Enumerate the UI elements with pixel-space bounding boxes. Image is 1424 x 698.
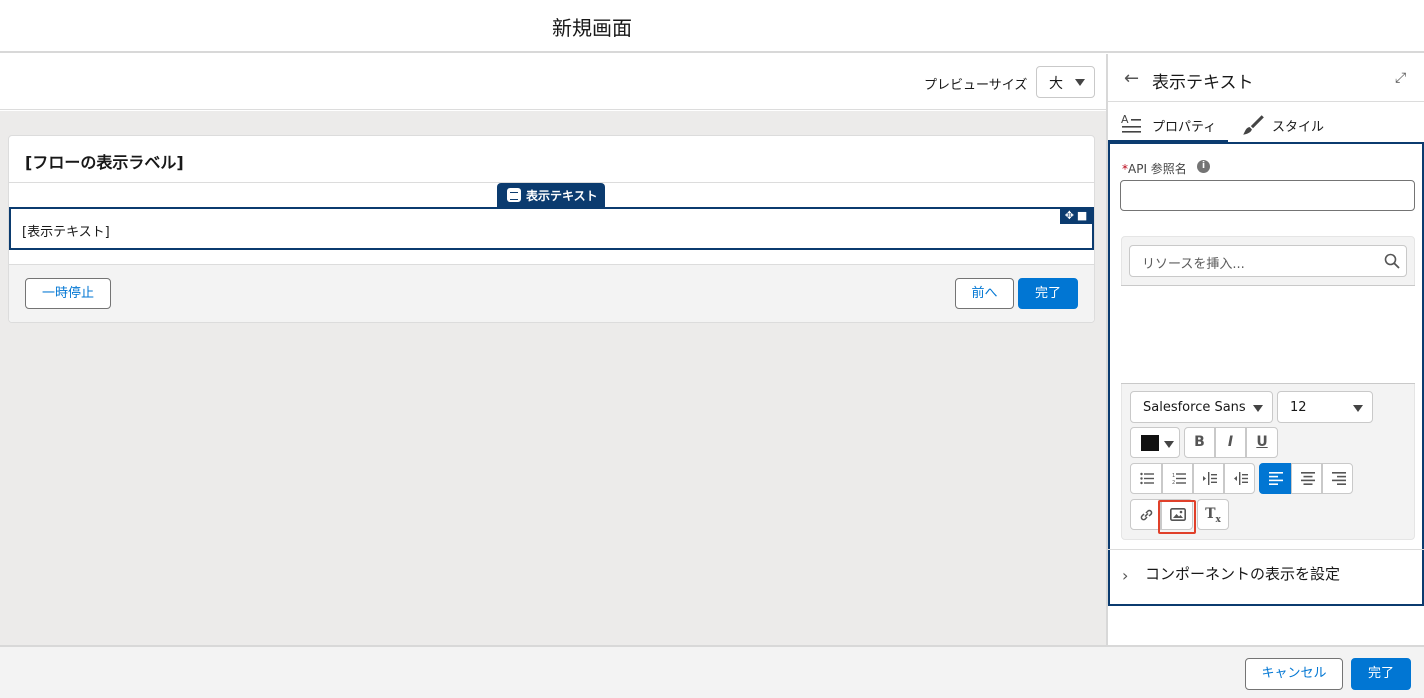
underline-button[interactable]: U	[1246, 427, 1278, 458]
display-text-component[interactable]: [表示テキスト]	[9, 207, 1094, 250]
display-text-component-tag[interactable]: 表示テキスト	[497, 183, 605, 208]
chevron-down-icon	[1075, 79, 1085, 86]
component-tools: ✥ ■	[1060, 208, 1092, 224]
editor-content-area[interactable]	[1121, 285, 1415, 384]
outdent-button[interactable]	[1224, 463, 1255, 494]
active-tab-indicator	[1108, 140, 1228, 143]
align-center-button[interactable]	[1291, 463, 1322, 494]
search-icon[interactable]	[1384, 253, 1400, 269]
finish-button[interactable]: 完了	[1018, 278, 1078, 309]
bulleted-list-button[interactable]	[1130, 463, 1162, 494]
expand-icon[interactable]: ⤢	[1395, 70, 1406, 86]
page-title: 新規画面	[552, 16, 632, 40]
link-icon	[1140, 509, 1153, 521]
info-icon[interactable]: i	[1197, 160, 1210, 173]
trash-icon[interactable]: ■	[1077, 209, 1087, 222]
image-button-highlight	[1158, 500, 1196, 534]
align-right-button[interactable]	[1322, 463, 1353, 494]
preview-toolbar: プレビューサイズ 大	[0, 54, 1106, 110]
chevron-right-icon[interactable]: ›	[1122, 566, 1128, 585]
indent-button[interactable]	[1193, 463, 1224, 494]
clear-formatting-button[interactable]: Tx	[1197, 499, 1229, 530]
properties-icon: A	[1121, 113, 1141, 133]
tab-style-label: スタイル	[1272, 120, 1325, 135]
svg-text:2: 2	[1172, 480, 1175, 485]
preview-size-label: プレビューサイズ	[924, 78, 1028, 93]
svg-text:1: 1	[1172, 473, 1175, 479]
text-block-icon	[507, 188, 521, 202]
numbered-list-icon: 1 2	[1172, 473, 1186, 485]
component-visibility-label: コンポーネントの表示を設定	[1145, 565, 1341, 583]
bullet-list-icon	[1140, 472, 1154, 485]
italic-button[interactable]: I	[1215, 427, 1246, 458]
rich-text-editor	[1121, 236, 1415, 540]
chevron-down-icon	[1253, 405, 1263, 412]
align-right-icon	[1332, 472, 1346, 485]
chevron-down-icon	[1164, 441, 1174, 448]
modal-footer	[0, 645, 1424, 698]
pause-button[interactable]: 一時停止	[25, 278, 111, 309]
display-text-tag-label: 表示テキスト	[526, 189, 598, 203]
preview-size-value: 大	[1049, 76, 1063, 92]
insert-link-button[interactable]	[1130, 499, 1161, 530]
font-family-value: Salesforce Sans	[1143, 400, 1246, 415]
insert-resource-input[interactable]: リソースを挿入...	[1129, 245, 1407, 277]
align-left-icon	[1269, 472, 1283, 485]
font-size-value: 12	[1290, 400, 1307, 415]
back-arrow-icon[interactable]: ←	[1124, 68, 1139, 89]
api-name-label: *API 参照名	[1122, 160, 1187, 177]
align-left-button[interactable]	[1259, 463, 1291, 494]
chevron-down-icon	[1353, 405, 1363, 412]
cancel-button[interactable]: キャンセル	[1245, 658, 1343, 690]
move-icon[interactable]: ✥	[1065, 209, 1074, 222]
api-name-input[interactable]	[1120, 180, 1415, 211]
api-name-label-text: API 参照名	[1128, 162, 1187, 176]
flow-label: [フローの表示ラベル]	[25, 153, 184, 172]
indent-icon	[1203, 472, 1217, 485]
text-color-button[interactable]	[1130, 427, 1180, 458]
align-center-icon	[1301, 472, 1315, 485]
font-family-select[interactable]: Salesforce Sans	[1130, 391, 1273, 423]
color-swatch	[1141, 435, 1159, 451]
numbered-list-button[interactable]: 1 2	[1162, 463, 1193, 494]
outdent-icon	[1234, 472, 1248, 485]
clear-format-subscript: x	[1215, 514, 1221, 525]
flow-card-footer	[9, 264, 1094, 322]
clear-format-glyph: T	[1205, 506, 1216, 522]
previous-button[interactable]: 前へ	[955, 278, 1014, 309]
font-size-select[interactable]: 12	[1277, 391, 1373, 423]
modal-header: 新規画面	[0, 0, 1424, 53]
display-text-content: [表示テキスト]	[22, 225, 110, 240]
preview-size-select[interactable]: 大	[1036, 66, 1095, 98]
tab-properties-label: プロパティ	[1152, 120, 1217, 135]
svg-text:A: A	[1121, 113, 1129, 126]
bold-button[interactable]: B	[1184, 427, 1215, 458]
done-button[interactable]: 完了	[1351, 658, 1411, 690]
panel-title: 表示テキスト	[1152, 73, 1254, 93]
paintbrush-icon	[1243, 115, 1264, 135]
